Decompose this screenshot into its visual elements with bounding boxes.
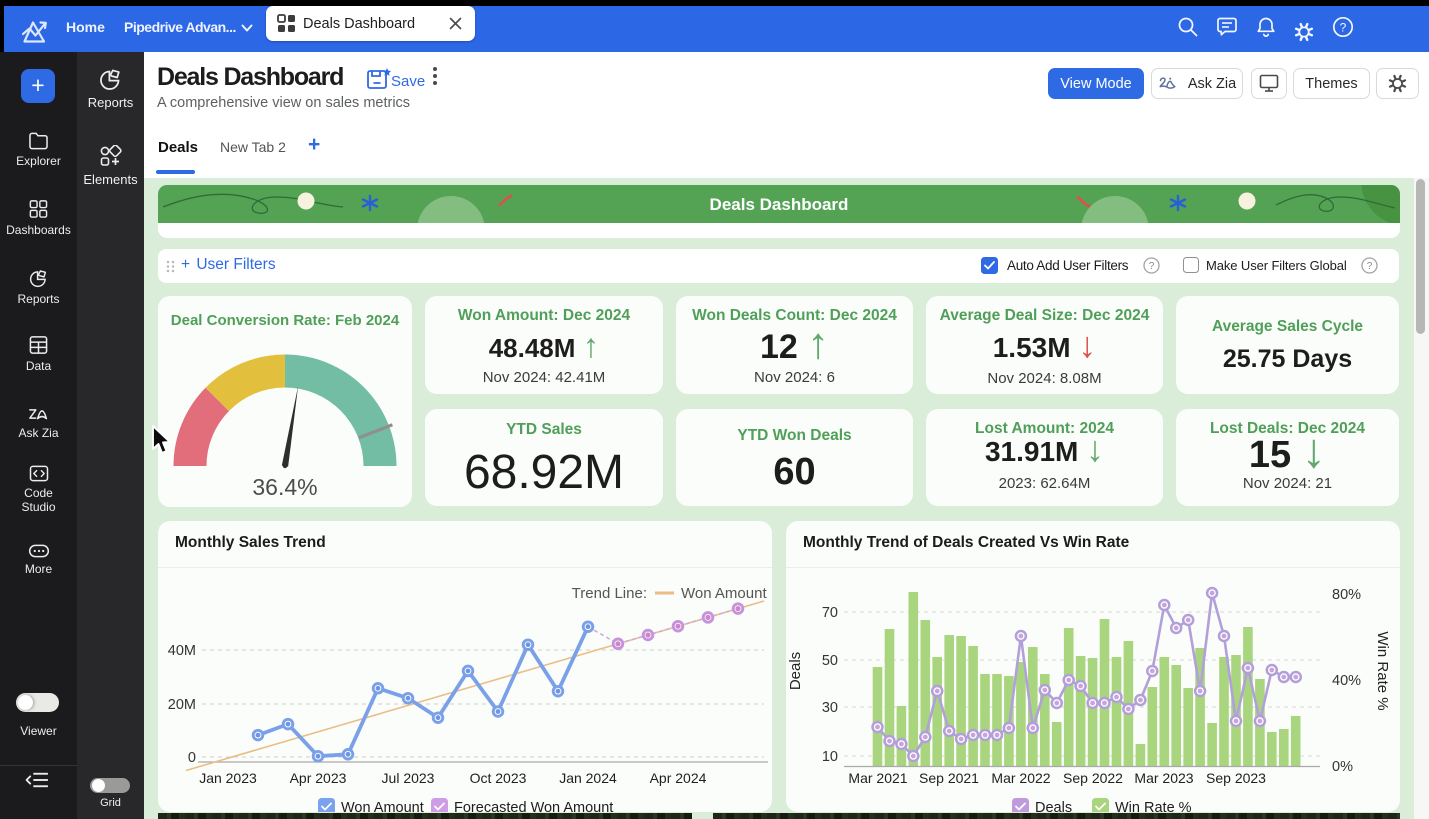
svg-text:Sep 2022: Sep 2022 <box>1063 770 1123 786</box>
svg-text:Apr 2023: Apr 2023 <box>290 770 347 786</box>
svg-text:Won Amount: Won Amount <box>681 585 767 602</box>
svg-text:Won Amount: Won Amount <box>341 800 424 812</box>
svg-text:30: 30 <box>822 700 838 716</box>
svg-text:Sep 2021: Sep 2021 <box>919 770 979 786</box>
svg-text:40M: 40M <box>168 643 196 659</box>
svg-text:80%: 80% <box>1332 587 1361 603</box>
svg-text:?: ? <box>1340 21 1347 35</box>
svg-text:Jul 2023: Jul 2023 <box>382 770 435 786</box>
svg-text:Jan 2024: Jan 2024 <box>559 770 617 786</box>
svg-text:Apr 2024: Apr 2024 <box>650 770 707 786</box>
svg-text:0: 0 <box>188 750 196 766</box>
svg-text:Sep 2023: Sep 2023 <box>1206 770 1266 786</box>
svg-text:Mar 2022: Mar 2022 <box>991 770 1050 786</box>
svg-text:Trend Line:: Trend Line: <box>572 585 647 602</box>
svg-text:Win Rate %: Win Rate % <box>1374 631 1391 710</box>
svg-text:Mar 2021: Mar 2021 <box>848 770 907 786</box>
svg-text:70: 70 <box>822 605 838 621</box>
svg-text:Oct 2023: Oct 2023 <box>470 770 527 786</box>
svg-text:?: ? <box>1367 261 1373 272</box>
svg-text:?: ? <box>1149 261 1155 272</box>
svg-text:Mar 2023: Mar 2023 <box>1134 770 1193 786</box>
svg-text:10: 10 <box>822 749 838 765</box>
svg-text:0%: 0% <box>1332 759 1353 775</box>
svg-text:Win Rate %: Win Rate % <box>1115 800 1192 812</box>
svg-text:Forecasted Won Amount: Forecasted Won Amount <box>454 800 613 812</box>
svg-text:20M: 20M <box>168 697 196 713</box>
svg-text:40%: 40% <box>1332 673 1361 689</box>
svg-text:Deals: Deals <box>1035 800 1072 812</box>
svg-text:50: 50 <box>822 653 838 669</box>
svg-text:Deals: Deals <box>787 652 804 690</box>
svg-text:Jan 2023: Jan 2023 <box>199 770 257 786</box>
